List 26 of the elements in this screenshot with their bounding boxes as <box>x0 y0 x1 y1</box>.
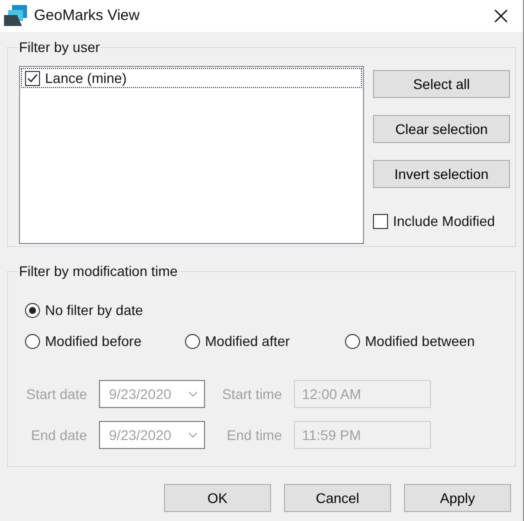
radio-label: No filter by date <box>45 300 144 320</box>
radio-label: Modified between <box>365 332 475 350</box>
radio-label: Modified before <box>45 332 142 350</box>
time-label: End time <box>226 426 283 444</box>
checkbox[interactable] <box>25 70 40 86</box>
window-title: GeoMarks View <box>34 6 140 26</box>
app-logo-icon <box>4 5 28 27</box>
radio-button[interactable] <box>25 302 40 318</box>
user-name: Lance (mine) <box>45 68 127 88</box>
time-label: Start time <box>221 384 283 404</box>
action-button[interactable]: Invert selection <box>373 160 510 188</box>
checkbox-label: Include Modified <box>393 212 495 231</box>
date-label: End date <box>30 426 88 444</box>
action-button[interactable]: Select all <box>373 70 510 98</box>
date-label: Start date <box>25 384 88 404</box>
radio-button[interactable] <box>345 334 360 348</box>
dialog-button[interactable]: Cancel <box>284 484 391 512</box>
radio-label: Modified after <box>205 332 290 350</box>
checkbox[interactable] <box>373 214 388 229</box>
user-list-item[interactable]: Lance (mine) <box>21 68 362 88</box>
radio-button[interactable] <box>185 334 200 348</box>
radio-button[interactable] <box>25 334 40 348</box>
close-icon <box>493 8 509 24</box>
dialog-button[interactable]: Apply <box>404 484 511 512</box>
action-button[interactable]: Clear selection <box>373 115 510 143</box>
dialog-button[interactable]: OK <box>164 484 271 512</box>
